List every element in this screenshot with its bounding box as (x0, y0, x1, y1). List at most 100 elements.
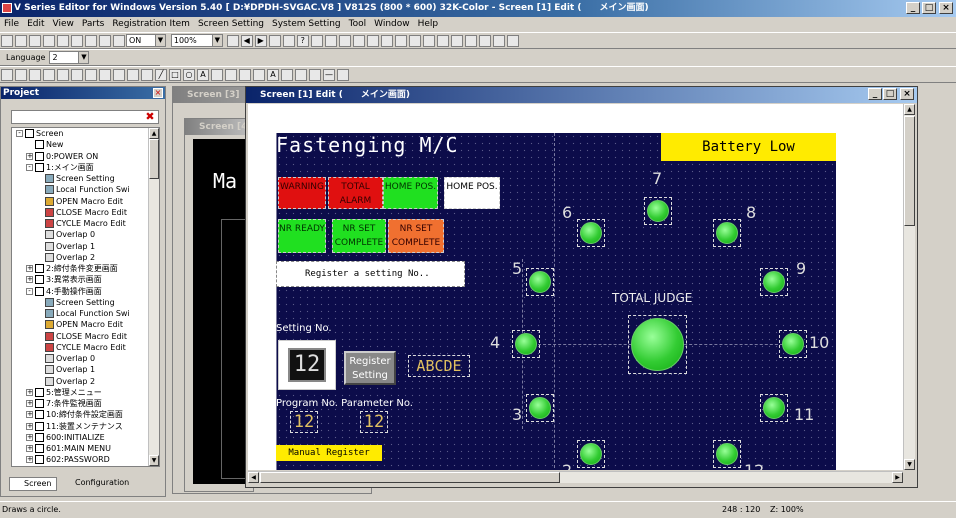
align-icon[interactable] (366, 35, 379, 47)
open-folder-icon[interactable] (15, 35, 27, 47)
expand-icon[interactable]: + (26, 422, 33, 430)
edit-vscroll[interactable]: ▲ ▼ (903, 104, 915, 470)
scroll-up-icon[interactable]: ▲ (149, 128, 159, 139)
tree-item[interactable]: +601:MAIN MENU (12, 443, 148, 454)
scroll-down-icon[interactable]: ▼ (904, 459, 915, 470)
scroll-right-icon[interactable]: ▶ (892, 472, 903, 483)
part-icon[interactable] (29, 69, 41, 81)
part-icon[interactable] (85, 69, 97, 81)
tree-item[interactable]: - 4:手動操作画面 (12, 286, 148, 297)
on-select[interactable]: ON ▼ (126, 34, 166, 47)
menu-screen-setting[interactable]: Screen Setting (194, 19, 268, 29)
menu-window[interactable]: Window (370, 19, 414, 29)
scroll-thumb[interactable] (904, 116, 915, 226)
menu-view[interactable]: View (49, 19, 78, 29)
compile-icon[interactable] (57, 35, 69, 47)
menu-registration-item[interactable]: Registration Item (108, 19, 194, 29)
paste-icon[interactable] (338, 35, 351, 47)
paint-icon[interactable] (225, 69, 237, 81)
tree-item[interactable]: Overlap 0 (12, 229, 148, 240)
tree-item[interactable]: +600:INITIALIZE (12, 432, 148, 443)
circle-icon[interactable]: ○ (183, 69, 195, 81)
tree-item[interactable]: OPEN Macro Edit (12, 196, 148, 207)
part-icon[interactable] (1, 69, 13, 81)
manual-register-button[interactable]: Manual Register (276, 445, 382, 461)
bracket-icon[interactable] (239, 69, 251, 81)
edit-maximize-button[interactable]: □ (883, 88, 897, 100)
part-icon[interactable] (141, 69, 153, 81)
tree-item[interactable]: Screen Setting (12, 297, 148, 308)
fill-icon[interactable] (295, 69, 307, 81)
color-icon[interactable] (281, 69, 293, 81)
tree-item[interactable]: Overlap 2 (12, 376, 148, 387)
lamp-2[interactable] (577, 440, 605, 468)
total-judge-lamp[interactable] (628, 315, 687, 374)
program-no-value[interactable]: 12 (290, 411, 318, 433)
tree-item[interactable]: New (12, 139, 148, 150)
lamp-10[interactable] (779, 330, 807, 358)
expand-icon[interactable]: + (26, 152, 33, 160)
cut-icon[interactable] (310, 35, 323, 47)
part-icon[interactable] (43, 69, 55, 81)
status-button-nr-set-complete[interactable]: NR SET COMPLETE (388, 219, 444, 253)
lamp-3[interactable] (526, 394, 554, 422)
part-icon[interactable] (57, 69, 69, 81)
status-button-nr-set-complete[interactable]: NR SET COMPLETE (332, 219, 386, 253)
align-icon[interactable] (422, 35, 435, 47)
jump-icon[interactable] (226, 35, 239, 47)
screen-canvas[interactable]: Fastenging M/C Battery Low WARNING TOTAL … (276, 133, 836, 470)
status-button-total-alarm[interactable]: TOTAL ALARM (328, 177, 383, 209)
align-icon[interactable] (394, 35, 407, 47)
lamp-12[interactable] (713, 440, 741, 468)
copy-icon[interactable] (324, 35, 337, 47)
tool-icon[interactable] (99, 35, 111, 47)
expand-icon[interactable]: + (26, 456, 33, 464)
tree-item[interactable]: CYCLE Macro Edit (12, 218, 148, 229)
lamp-9[interactable] (760, 268, 788, 296)
align-icon[interactable] (436, 35, 449, 47)
expand-icon[interactable]: + (26, 265, 33, 272)
scroll-left-icon[interactable]: ◀ (248, 472, 259, 483)
tree-item[interactable]: Overlap 1 (12, 364, 148, 375)
tree-item[interactable]: +3:異常表示画面 (12, 274, 148, 285)
onoff-icon[interactable] (113, 35, 125, 47)
tree-item[interactable]: - 1:メイン画面 (12, 162, 148, 173)
tree-item[interactable]: +2:締付条件変更画面 (12, 263, 148, 274)
align-icon[interactable] (408, 35, 421, 47)
tree-item[interactable]: - Screen (12, 128, 148, 139)
rectangle-icon[interactable]: □ (169, 69, 181, 81)
scroll-thumb[interactable] (260, 472, 560, 483)
menu-system-setting[interactable]: System Setting (268, 19, 345, 29)
help-icon[interactable]: ? (296, 35, 309, 47)
scroll-thumb[interactable] (149, 139, 159, 179)
align-icon[interactable] (380, 35, 393, 47)
tree-item[interactable]: Screen Setting (12, 173, 148, 184)
tree-item[interactable]: Overlap 0 (12, 353, 148, 364)
align-icon[interactable] (352, 35, 365, 47)
edit-minimize-button[interactable]: _ (868, 88, 882, 100)
menu-file[interactable]: File (0, 19, 23, 29)
undo-icon[interactable] (464, 35, 477, 47)
menu-parts[interactable]: Parts (78, 19, 108, 29)
tree-item[interactable]: +602:PASSWORD (12, 454, 148, 465)
transfer-icon[interactable] (43, 35, 55, 47)
parameter-no-value[interactable]: 12 (360, 411, 388, 433)
tab-screen[interactable]: Screen (9, 477, 57, 491)
select-icon[interactable] (85, 35, 97, 47)
redo-icon[interactable] (478, 35, 491, 47)
tree-item[interactable]: Overlap 2 (12, 252, 148, 263)
maximize-button[interactable]: □ (922, 2, 936, 14)
edit-hscroll[interactable]: ◀ ▶ (248, 471, 903, 483)
project-search-input[interactable] (11, 110, 159, 124)
zoom-out-icon[interactable] (506, 35, 519, 47)
tree-item[interactable]: OPEN Macro Edit (12, 319, 148, 330)
text-icon[interactable]: A (197, 69, 209, 81)
lamp-11[interactable] (760, 394, 788, 422)
save-icon[interactable] (29, 35, 41, 47)
list-icon[interactable] (268, 35, 281, 47)
language-select[interactable]: 2 ▼ (49, 51, 90, 64)
close-icon[interactable]: × (153, 88, 163, 98)
zoom-select[interactable]: 100% ▼ (170, 34, 223, 47)
expand-icon[interactable]: + (26, 388, 33, 396)
edit-close-button[interactable]: × (900, 88, 914, 100)
